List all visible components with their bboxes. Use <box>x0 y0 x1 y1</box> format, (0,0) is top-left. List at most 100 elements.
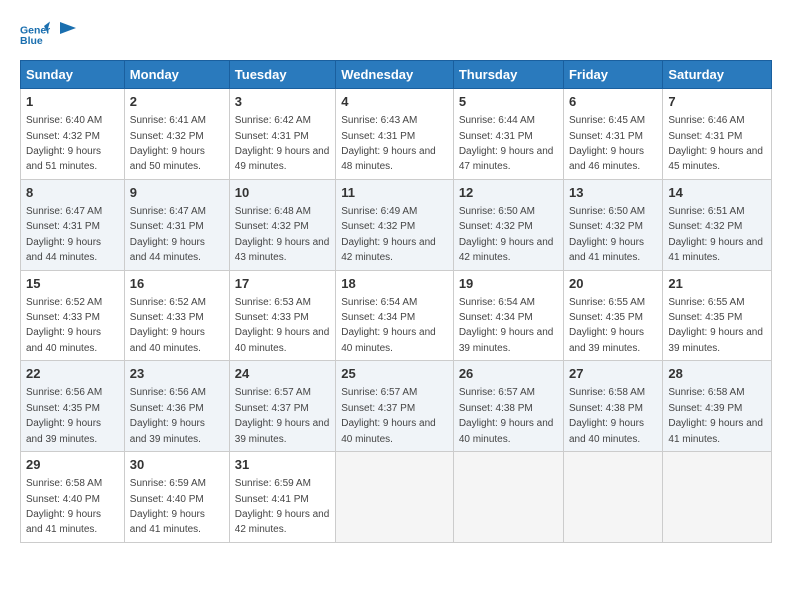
day-sunset: Sunset: 4:38 PM <box>459 403 533 414</box>
day-sunrise: Sunrise: 6:50 AM <box>569 206 645 217</box>
day-number: 1 <box>26 93 119 111</box>
calendar-cell: 20 Sunrise: 6:55 AM Sunset: 4:35 PM Dayl… <box>563 270 662 361</box>
day-daylight: Daylight: 9 hours and 40 minutes. <box>569 418 644 444</box>
calendar-cell: 19 Sunrise: 6:54 AM Sunset: 4:34 PM Dayl… <box>453 270 563 361</box>
day-number: 27 <box>569 365 657 383</box>
day-daylight: Daylight: 9 hours and 39 minutes. <box>459 327 554 353</box>
calendar-cell: 4 Sunrise: 6:43 AM Sunset: 4:31 PM Dayli… <box>336 89 454 180</box>
day-sunset: Sunset: 4:31 PM <box>130 221 204 232</box>
day-sunrise: Sunrise: 6:49 AM <box>341 206 417 217</box>
day-number: 14 <box>668 184 766 202</box>
day-sunset: Sunset: 4:33 PM <box>26 312 100 323</box>
day-sunset: Sunset: 4:31 PM <box>235 131 309 142</box>
day-number: 2 <box>130 93 224 111</box>
calendar-cell: 29 Sunrise: 6:58 AM Sunset: 4:40 PM Dayl… <box>21 452 125 543</box>
day-daylight: Daylight: 9 hours and 40 minutes. <box>341 327 436 353</box>
calendar-cell: 10 Sunrise: 6:48 AM Sunset: 4:32 PM Dayl… <box>229 179 335 270</box>
day-daylight: Daylight: 9 hours and 45 minutes. <box>668 146 763 172</box>
day-number: 11 <box>341 184 448 202</box>
calendar-cell: 6 Sunrise: 6:45 AM Sunset: 4:31 PM Dayli… <box>563 89 662 180</box>
day-daylight: Daylight: 9 hours and 40 minutes. <box>459 418 554 444</box>
calendar-cell <box>336 452 454 543</box>
calendar-cell: 23 Sunrise: 6:56 AM Sunset: 4:36 PM Dayl… <box>124 361 229 452</box>
day-sunset: Sunset: 4:32 PM <box>459 221 533 232</box>
day-daylight: Daylight: 9 hours and 39 minutes. <box>569 327 644 353</box>
day-sunset: Sunset: 4:36 PM <box>130 403 204 414</box>
day-daylight: Daylight: 9 hours and 50 minutes. <box>130 146 205 172</box>
day-daylight: Daylight: 9 hours and 39 minutes. <box>130 418 205 444</box>
day-number: 12 <box>459 184 558 202</box>
calendar-cell: 2 Sunrise: 6:41 AM Sunset: 4:32 PM Dayli… <box>124 89 229 180</box>
day-sunrise: Sunrise: 6:59 AM <box>235 478 311 489</box>
day-number: 8 <box>26 184 119 202</box>
day-daylight: Daylight: 9 hours and 41 minutes. <box>668 237 763 263</box>
day-daylight: Daylight: 9 hours and 40 minutes. <box>341 418 436 444</box>
calendar-cell: 22 Sunrise: 6:56 AM Sunset: 4:35 PM Dayl… <box>21 361 125 452</box>
svg-text:Blue: Blue <box>20 35 43 47</box>
calendar-cell: 13 Sunrise: 6:50 AM Sunset: 4:32 PM Dayl… <box>563 179 662 270</box>
calendar-cell: 16 Sunrise: 6:52 AM Sunset: 4:33 PM Dayl… <box>124 270 229 361</box>
calendar-week-row: 1 Sunrise: 6:40 AM Sunset: 4:32 PM Dayli… <box>21 89 772 180</box>
day-number: 4 <box>341 93 448 111</box>
col-header-wednesday: Wednesday <box>336 61 454 89</box>
day-daylight: Daylight: 9 hours and 40 minutes. <box>130 327 205 353</box>
day-sunset: Sunset: 4:39 PM <box>668 403 742 414</box>
day-number: 7 <box>668 93 766 111</box>
day-number: 21 <box>668 275 766 293</box>
day-daylight: Daylight: 9 hours and 42 minutes. <box>459 237 554 263</box>
logo-icon: General Blue <box>20 20 50 50</box>
calendar-cell: 21 Sunrise: 6:55 AM Sunset: 4:35 PM Dayl… <box>663 270 772 361</box>
day-sunset: Sunset: 4:40 PM <box>130 494 204 505</box>
day-sunset: Sunset: 4:33 PM <box>235 312 309 323</box>
calendar-table: SundayMondayTuesdayWednesdayThursdayFrid… <box>20 60 772 543</box>
calendar-cell: 17 Sunrise: 6:53 AM Sunset: 4:33 PM Dayl… <box>229 270 335 361</box>
calendar-cell: 5 Sunrise: 6:44 AM Sunset: 4:31 PM Dayli… <box>453 89 563 180</box>
day-sunrise: Sunrise: 6:42 AM <box>235 115 311 126</box>
day-daylight: Daylight: 9 hours and 41 minutes. <box>130 509 205 535</box>
day-sunrise: Sunrise: 6:45 AM <box>569 115 645 126</box>
day-sunrise: Sunrise: 6:56 AM <box>130 387 206 398</box>
day-number: 30 <box>130 456 224 474</box>
day-sunrise: Sunrise: 6:40 AM <box>26 115 102 126</box>
calendar-cell: 7 Sunrise: 6:46 AM Sunset: 4:31 PM Dayli… <box>663 89 772 180</box>
day-number: 28 <box>668 365 766 383</box>
day-sunrise: Sunrise: 6:52 AM <box>130 297 206 308</box>
calendar-header-row: SundayMondayTuesdayWednesdayThursdayFrid… <box>21 61 772 89</box>
calendar-cell: 3 Sunrise: 6:42 AM Sunset: 4:31 PM Dayli… <box>229 89 335 180</box>
day-daylight: Daylight: 9 hours and 42 minutes. <box>235 509 330 535</box>
day-number: 23 <box>130 365 224 383</box>
day-sunrise: Sunrise: 6:59 AM <box>130 478 206 489</box>
col-header-tuesday: Tuesday <box>229 61 335 89</box>
calendar-week-row: 29 Sunrise: 6:58 AM Sunset: 4:40 PM Dayl… <box>21 452 772 543</box>
calendar-cell: 25 Sunrise: 6:57 AM Sunset: 4:37 PM Dayl… <box>336 361 454 452</box>
calendar-cell <box>663 452 772 543</box>
day-daylight: Daylight: 9 hours and 44 minutes. <box>130 237 205 263</box>
day-sunset: Sunset: 4:34 PM <box>459 312 533 323</box>
day-sunrise: Sunrise: 6:47 AM <box>26 206 102 217</box>
day-number: 26 <box>459 365 558 383</box>
day-daylight: Daylight: 9 hours and 51 minutes. <box>26 146 101 172</box>
day-number: 22 <box>26 365 119 383</box>
calendar-cell: 8 Sunrise: 6:47 AM Sunset: 4:31 PM Dayli… <box>21 179 125 270</box>
day-sunset: Sunset: 4:35 PM <box>26 403 100 414</box>
day-sunrise: Sunrise: 6:51 AM <box>668 206 744 217</box>
day-sunset: Sunset: 4:32 PM <box>26 131 100 142</box>
calendar-week-row: 22 Sunrise: 6:56 AM Sunset: 4:35 PM Dayl… <box>21 361 772 452</box>
day-number: 17 <box>235 275 330 293</box>
calendar-week-row: 8 Sunrise: 6:47 AM Sunset: 4:31 PM Dayli… <box>21 179 772 270</box>
day-sunrise: Sunrise: 6:54 AM <box>341 297 417 308</box>
day-sunrise: Sunrise: 6:57 AM <box>235 387 311 398</box>
day-sunset: Sunset: 4:32 PM <box>668 221 742 232</box>
day-daylight: Daylight: 9 hours and 49 minutes. <box>235 146 330 172</box>
day-sunset: Sunset: 4:33 PM <box>130 312 204 323</box>
calendar-cell: 9 Sunrise: 6:47 AM Sunset: 4:31 PM Dayli… <box>124 179 229 270</box>
day-sunrise: Sunrise: 6:52 AM <box>26 297 102 308</box>
day-number: 5 <box>459 93 558 111</box>
day-sunrise: Sunrise: 6:54 AM <box>459 297 535 308</box>
day-daylight: Daylight: 9 hours and 39 minutes. <box>668 327 763 353</box>
day-sunset: Sunset: 4:32 PM <box>569 221 643 232</box>
day-sunset: Sunset: 4:31 PM <box>341 131 415 142</box>
day-daylight: Daylight: 9 hours and 42 minutes. <box>341 237 436 263</box>
day-number: 3 <box>235 93 330 111</box>
day-daylight: Daylight: 9 hours and 44 minutes. <box>26 237 101 263</box>
